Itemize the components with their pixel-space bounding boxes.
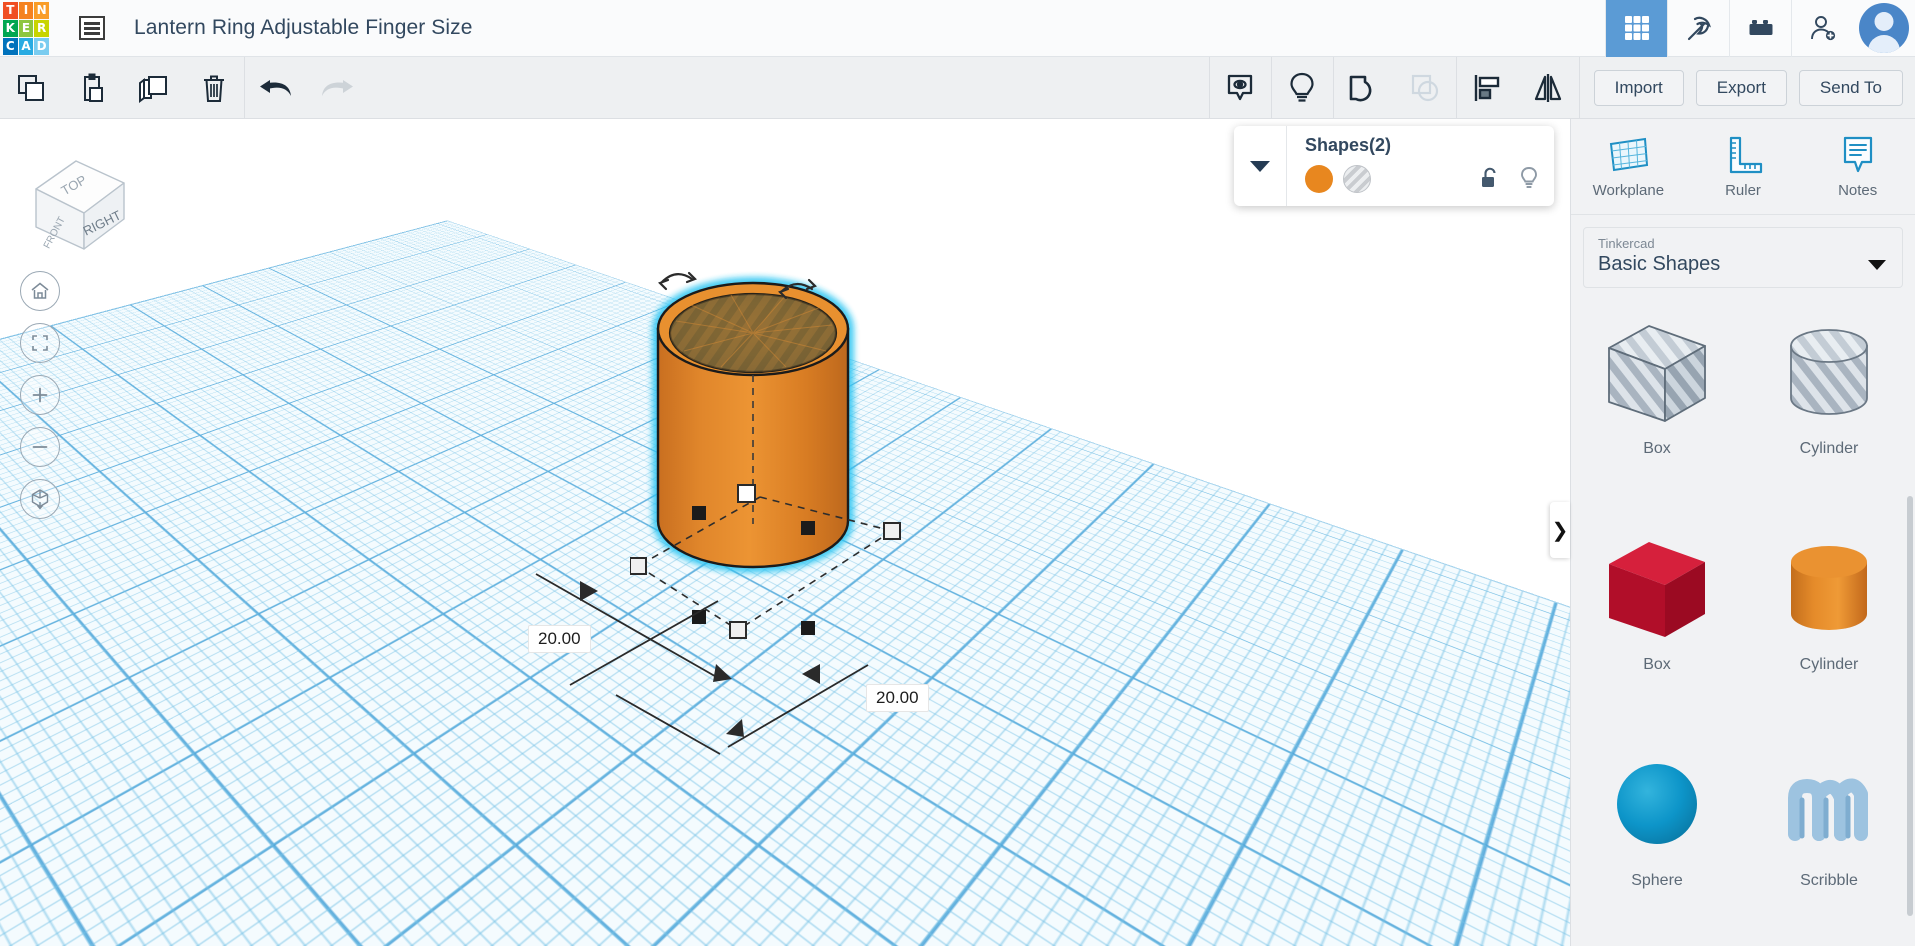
zoom-out-icon[interactable] [20, 427, 60, 467]
redo-icon [306, 57, 367, 119]
workplane-icon [1610, 137, 1649, 172]
send-to-button[interactable]: Send To [1798, 69, 1903, 106]
shapes-inspector-panel: Shapes(2) [1234, 126, 1554, 206]
shape-sphere-solid-label: Sphere [1631, 872, 1683, 889]
shape-library-grid: Box Cylinder Box Cylinder Sphere Scribbl… [1571, 298, 1915, 938]
import-button[interactable]: Import [1593, 69, 1684, 106]
shapes-panel-actions [1480, 166, 1540, 196]
logo-tile-2: N [34, 1, 49, 19]
notes-eye-icon[interactable] [1210, 57, 1271, 119]
ruler-icon [1729, 136, 1763, 174]
shape-box-hole-label: Box [1643, 440, 1671, 457]
library-selector[interactable]: Tinkercad Basic Shapes [1583, 227, 1903, 288]
pickaxe-icon[interactable] [1667, 0, 1729, 57]
tinkercad-app: T I N K E R C A D Lantern Ring Adjustabl… [0, 0, 1915, 946]
avatar[interactable] [1853, 0, 1915, 57]
logo-tile-3: K [3, 19, 18, 37]
sidebar-item-ruler[interactable]: Ruler [1686, 119, 1801, 214]
library-source-label: Tinkercad [1598, 236, 1655, 251]
unlock-icon[interactable] [1480, 167, 1500, 196]
dimension-width-label[interactable]: 20.00 [528, 625, 591, 653]
logo-tile-4: E [18, 19, 34, 37]
sidebar-scrollbar[interactable] [1907, 496, 1913, 916]
logo-tile-7: A [18, 37, 34, 55]
zoom-in-icon[interactable] [20, 375, 60, 415]
navigation-controls [20, 271, 60, 531]
top-bar-right [1605, 0, 1915, 57]
mirror-icon[interactable] [1518, 57, 1579, 119]
logo-tile-5: R [34, 19, 49, 37]
toolbar-divider-6 [1578, 56, 1580, 119]
duplicate-icon[interactable] [122, 57, 183, 119]
library-selector-wrap: Tinkercad Basic Shapes [1571, 215, 1915, 298]
paste-icon[interactable] [61, 57, 122, 119]
library-name-label: Basic Shapes [1598, 253, 1721, 275]
shapes-panel-body: Shapes(2) [1287, 126, 1554, 206]
top-bar: T I N K E R C A D Lantern Ring Adjustabl… [0, 0, 1915, 57]
tinkercad-logo[interactable]: T I N K E R C A D [0, 0, 52, 57]
shape-sphere-solid[interactable]: Sphere [1571, 734, 1743, 924]
shape-cylinder-hole-label: Cylinder [1799, 440, 1859, 457]
add-person-icon[interactable] [1791, 0, 1853, 57]
fit-to-view-icon[interactable] [20, 323, 60, 363]
sidebar-item-workplane-label: Workplane [1592, 182, 1665, 199]
dimension-leaders [535, 573, 869, 755]
chevron-down-icon [1868, 258, 1886, 276]
logo-tile-1: I [18, 1, 34, 19]
sidebar-tools: Workplane Ruler Notes [1571, 119, 1915, 215]
edit-toolbar: Import Export Send To [0, 56, 1915, 119]
dimension-depth-label[interactable]: 20.00 [866, 684, 929, 712]
view-cube[interactable]: TOP FRONT RIGHT [14, 131, 144, 251]
shape-scribble[interactable]: Scribble [1743, 734, 1915, 924]
export-button[interactable]: Export [1695, 69, 1787, 106]
grid-apps-icon[interactable] [1605, 0, 1667, 57]
lightbulb-visibility-icon[interactable] [1518, 166, 1540, 196]
delete-icon[interactable] [183, 57, 244, 119]
undo-icon[interactable] [245, 57, 306, 119]
align-icon[interactable] [1457, 57, 1518, 119]
sidebar-item-ruler-label: Ruler [1725, 182, 1761, 199]
page-title: Lantern Ring Adjustable Finger Size [134, 16, 473, 39]
3d-canvas[interactable]: TOP FRONT RIGHT 20.00 20.00 [0, 119, 1570, 946]
solid-color-swatch[interactable] [1305, 165, 1333, 193]
lego-brick-icon[interactable] [1729, 0, 1791, 57]
lightbulb-icon[interactable] [1272, 57, 1333, 119]
ungroup-icon [1395, 57, 1456, 119]
sidebar-item-workplane[interactable]: Workplane [1571, 119, 1686, 214]
list-menu-icon[interactable] [72, 8, 112, 48]
right-sidebar: Workplane Ruler Notes Tinkercad Basic Sh… [1570, 119, 1915, 946]
sidebar-item-notes-label: Notes [1838, 182, 1878, 199]
perspective-toggle-icon[interactable] [20, 479, 60, 519]
shape-cylinder-hole[interactable]: Cylinder [1743, 302, 1915, 492]
logo-tile-0: T [3, 1, 18, 19]
logo-tile-6: C [3, 37, 18, 55]
panel-collapse-tab[interactable]: ❯ [1550, 502, 1570, 558]
notes-icon [1843, 136, 1872, 173]
shape-box-solid-label: Box [1643, 656, 1671, 673]
shape-cylinder-solid-label: Cylinder [1799, 656, 1859, 673]
sidebar-item-notes[interactable]: Notes [1800, 119, 1915, 214]
logo-tile-8: D [34, 37, 49, 55]
shapes-panel-title: Shapes(2) [1305, 135, 1392, 155]
shape-cylinder-solid[interactable]: Cylinder [1743, 518, 1915, 708]
group-icon[interactable] [1334, 57, 1395, 119]
home-view-icon[interactable] [20, 271, 60, 311]
shape-box-solid[interactable]: Box [1571, 518, 1743, 708]
copy-icon[interactable] [0, 57, 61, 119]
shape-box-hole[interactable]: Box [1571, 302, 1743, 492]
shapes-panel-collapse-caret[interactable] [1234, 158, 1286, 174]
shape-scribble-label: Scribble [1800, 872, 1858, 889]
chevron-down-icon [1250, 161, 1270, 172]
hole-color-swatch[interactable] [1343, 165, 1371, 193]
